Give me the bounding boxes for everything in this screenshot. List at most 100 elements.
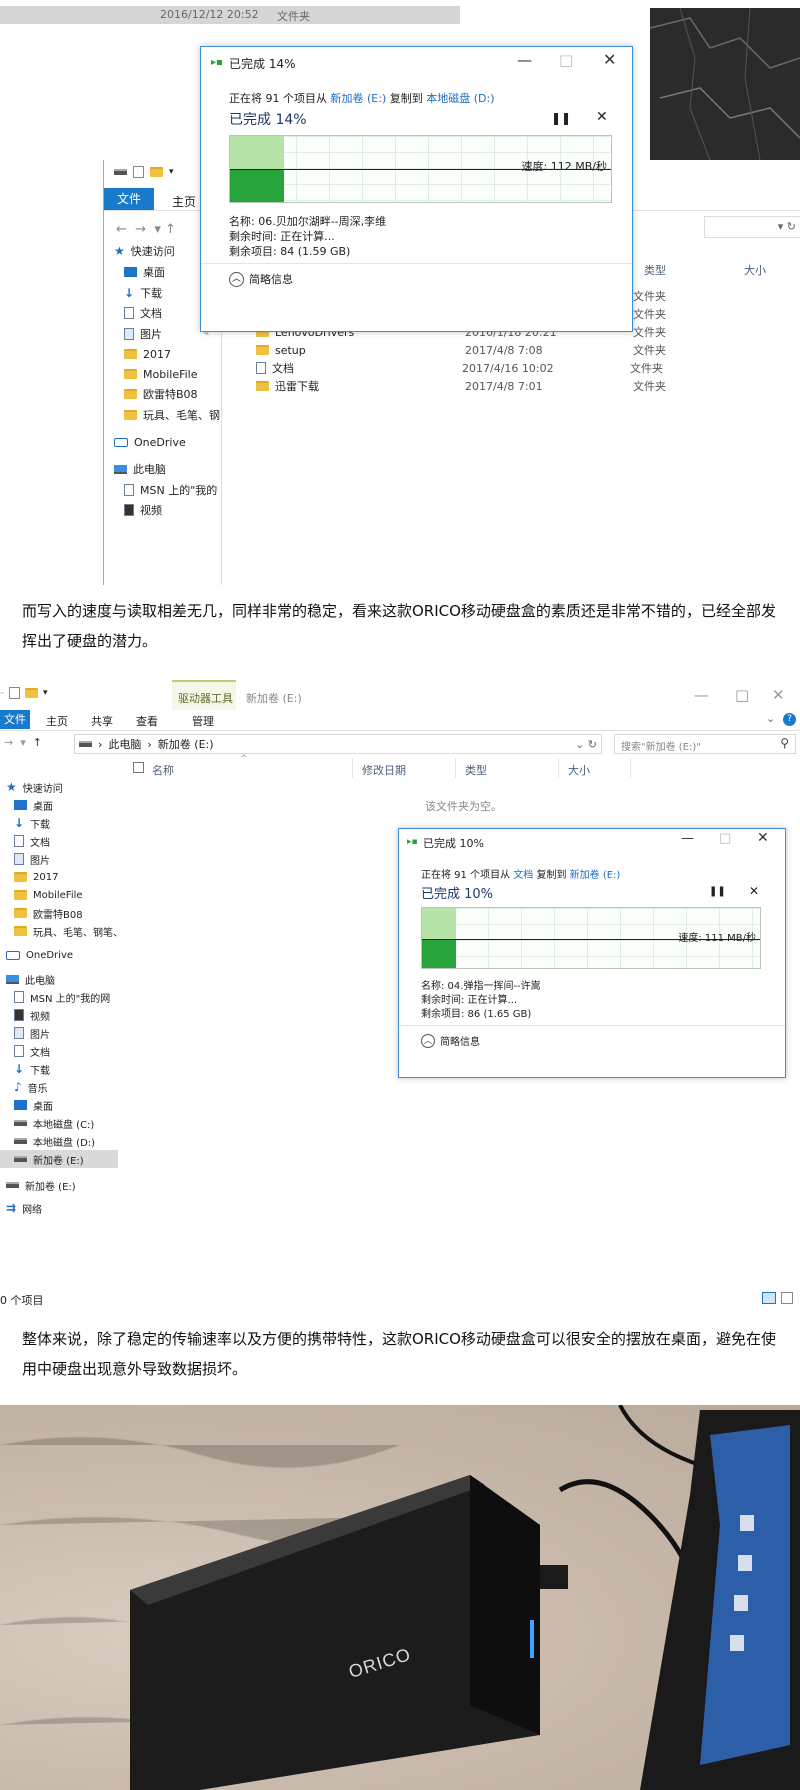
properties-icon[interactable]: [133, 166, 144, 178]
file-row[interactable]: setup 2017/4/8 7:08 文件夹: [256, 342, 776, 358]
copy-source-link[interactable]: 文档: [513, 870, 533, 881]
sidebar-item[interactable]: 新加卷 (E:): [0, 1150, 118, 1168]
expand-ribbon-icon[interactable]: ⌄: [766, 712, 775, 725]
sidebar-item[interactable]: ↓ 下载: [14, 1060, 50, 1078]
sidebar-item[interactable]: 玩具、毛笔、钢笔、: [14, 922, 123, 940]
cancel-button[interactable]: ✕: [596, 109, 608, 125]
file-row[interactable]: 迅雷下载 2017/4/8 7:01 文件夹: [256, 378, 776, 394]
less-info-button[interactable]: ︿ 简略信息: [229, 271, 293, 287]
sidebar-item[interactable]: 2017: [124, 345, 171, 363]
ribbon-tab-file[interactable]: 文件: [0, 710, 30, 729]
file-row[interactable]: 文档 2017/4/16 10:02 文件夹: [256, 360, 776, 376]
column-name[interactable]: 名称: [152, 762, 174, 778]
download-icon: ↓: [14, 1062, 25, 1076]
folder-icon[interactable]: [24, 687, 38, 698]
select-all-checkbox[interactable]: [133, 762, 144, 773]
column-size[interactable]: 大小: [744, 262, 766, 278]
close-button[interactable]: ✕: [603, 50, 616, 69]
column-size[interactable]: 大小: [568, 762, 590, 778]
sidebar-item[interactable]: 新加卷 (E:): [6, 1176, 76, 1194]
folder-icon: [124, 389, 137, 399]
window-title: 新加卷 (E:): [246, 692, 302, 705]
file-type: 文件夹: [633, 380, 666, 393]
address-bar-right[interactable]: ▾ ↻: [704, 216, 800, 238]
sidebar-item[interactable]: MobileFile: [14, 886, 83, 904]
search-icon[interactable]: ⚲: [780, 736, 789, 750]
address-bar[interactable]: › 此电脑 › 新加卷 (E:) ⌄ ↻: [74, 734, 602, 754]
maximize-button[interactable]: □: [735, 686, 749, 704]
sidebar-item[interactable]: 图片: [14, 1024, 50, 1042]
sidebar-item[interactable]: 视频: [14, 1006, 50, 1024]
sidebar-item[interactable]: 文档: [14, 832, 50, 850]
tiles-view-icon[interactable]: [781, 1292, 793, 1304]
close-button[interactable]: ✕: [757, 830, 769, 846]
sidebar-item[interactable]: 欧雷特B08: [14, 904, 83, 922]
sidebar-item[interactable]: 本地磁盘 (C:): [14, 1114, 94, 1132]
column-divider: [558, 758, 559, 778]
copy-destination-link[interactable]: 新加卷 (E:): [570, 870, 621, 881]
breadcrumb-current[interactable]: 新加卷 (E:): [158, 736, 214, 752]
sidebar-item[interactable]: 图片 ✎: [124, 325, 210, 343]
help-icon[interactable]: ?: [783, 713, 796, 726]
less-info-button[interactable]: ︿ 简略信息: [421, 1033, 480, 1048]
copy-source-link[interactable]: 新加卷 (E:): [331, 92, 387, 105]
refresh-icon[interactable]: ⌄ ↻: [575, 738, 597, 751]
minimize-button[interactable]: —: [517, 51, 532, 69]
ribbon-tab-share[interactable]: 共享: [91, 713, 113, 729]
file-type: 文件夹: [630, 362, 663, 375]
sidebar-item-label: 快速访问: [22, 783, 63, 795]
minimize-button[interactable]: —: [681, 831, 694, 846]
properties-icon[interactable]: [8, 686, 20, 699]
sidebar-item[interactable]: ↓ 下载: [124, 284, 162, 302]
nav-arrows[interactable]: ← → ▾ ↑: [116, 222, 176, 237]
close-button[interactable]: ✕: [772, 686, 785, 704]
chevron-down-icon[interactable]: ▾: [169, 167, 174, 177]
minimize-button[interactable]: —: [694, 686, 709, 704]
column-type[interactable]: 类型: [465, 762, 487, 778]
folder-icon[interactable]: [150, 167, 163, 177]
sidebar-item[interactable]: 本地磁盘 (D:): [14, 1132, 95, 1150]
sidebar-item[interactable]: OneDrive: [6, 946, 73, 964]
sidebar-item[interactable]: 此电脑: [114, 460, 166, 478]
sidebar-item[interactable]: 视频: [124, 501, 162, 519]
pause-button[interactable]: ❚❚: [551, 111, 571, 125]
cancel-button[interactable]: ✕: [749, 884, 759, 898]
ribbon-tab-home[interactable]: 主页: [46, 713, 68, 729]
ribbon-tab-home[interactable]: 主页: [172, 193, 196, 210]
sidebar-item[interactable]: MSN 上的"我的网: [14, 988, 110, 1006]
copy-destination-link[interactable]: 本地磁盘 (D:): [426, 92, 494, 105]
sidebar-item[interactable]: ⇉ 网络: [6, 1199, 42, 1217]
sidebar-item[interactable]: 文档: [14, 1042, 50, 1060]
sidebar-item[interactable]: ★ 快速访问: [114, 242, 175, 260]
chevron-down-icon[interactable]: ▾: [43, 688, 48, 698]
picture-icon: [14, 1027, 24, 1039]
ribbon-tab-view[interactable]: 查看: [136, 713, 158, 729]
nav-arrows[interactable]: → ▾ ↑: [4, 736, 42, 749]
search-box[interactable]: 搜索"新加卷 (E:)" ⚲: [614, 734, 796, 754]
sidebar-item[interactable]: 桌面: [14, 796, 53, 814]
sidebar-item[interactable]: MobileFile: [124, 365, 198, 383]
column-date[interactable]: 修改日期: [362, 762, 406, 778]
breadcrumb-this-pc[interactable]: 此电脑: [108, 736, 141, 752]
ribbon-tab-manage[interactable]: 管理: [192, 713, 214, 729]
sidebar-item[interactable]: MSN 上的"我的: [124, 481, 217, 499]
sidebar-item[interactable]: 玩具、毛笔、钢: [124, 406, 220, 424]
sidebar-item[interactable]: 文档✎: [124, 304, 210, 322]
sidebar-item[interactable]: ★ 快速访问: [6, 778, 63, 796]
pause-button[interactable]: ❚❚: [709, 886, 726, 897]
sidebar-item[interactable]: 桌面: [14, 1096, 53, 1114]
sidebar-item[interactable]: 欧雷特B08: [124, 385, 198, 403]
ribbon-tab-file[interactable]: 文件: [104, 188, 154, 210]
sidebar-item[interactable]: OneDrive: [114, 433, 186, 451]
progress-label: 已完成 14%: [229, 112, 307, 128]
sidebar-item[interactable]: ↓ 下载: [14, 814, 50, 832]
sidebar-item-label: 文档: [30, 837, 50, 849]
details-view-icon[interactable]: [762, 1292, 776, 1304]
sidebar-item[interactable]: 图片: [14, 850, 50, 868]
sidebar-item[interactable]: 桌面: [124, 263, 165, 281]
refresh-icon[interactable]: ▾ ↻: [778, 220, 796, 233]
sidebar-item[interactable]: ♪ 音乐: [14, 1078, 48, 1096]
sidebar-item[interactable]: 2017: [14, 868, 58, 886]
column-type[interactable]: 类型: [644, 262, 666, 278]
sidebar-item[interactable]: 此电脑: [6, 970, 55, 988]
